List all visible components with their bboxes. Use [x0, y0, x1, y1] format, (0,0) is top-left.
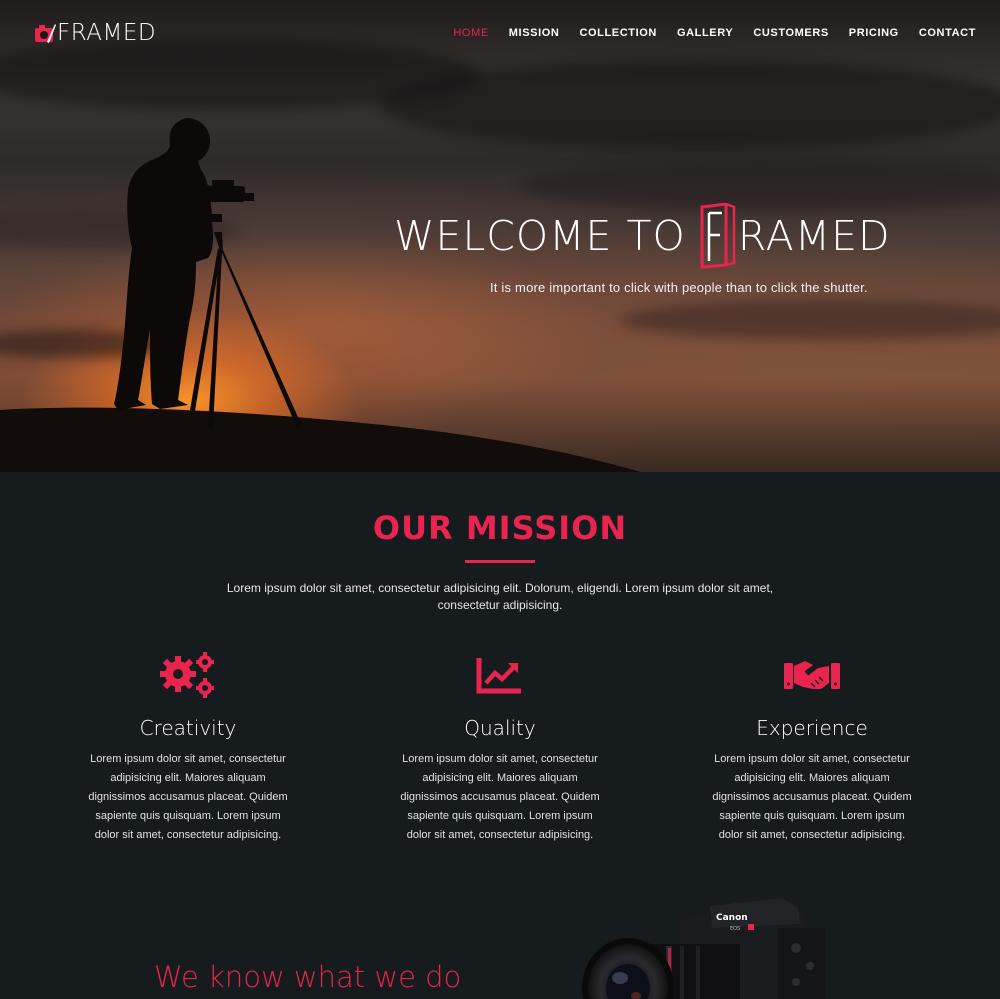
- feature-text: Lorem ipsum dolor sit amet, consectetur …: [712, 753, 912, 841]
- feature-title: Experience: [756, 716, 868, 740]
- gears-icon: [68, 650, 308, 700]
- feature-creativity: Creativity Lorem ipsum dolor sit amet, c…: [68, 650, 308, 845]
- hero-title: WELCOME TO RAMED: [394, 203, 891, 269]
- camera-frame-icon: [35, 24, 56, 43]
- site-logo[interactable]: FRAMED: [34, 20, 156, 46]
- feature-quality: Quality Lorem ipsum dolor sit amet, cons…: [380, 650, 620, 845]
- nav-mission[interactable]: MISSION: [509, 27, 560, 39]
- mission-divider: [465, 560, 535, 563]
- logo-text: FRAMED: [57, 20, 157, 46]
- hero-title-prefix: WELCOME TO: [394, 212, 686, 260]
- handshake-icon: [692, 650, 932, 700]
- feature-experience: Experience Lorem ipsum dolor sit amet, c…: [692, 650, 932, 845]
- mission-title: OUR MISSION: [372, 509, 628, 547]
- nav-customers[interactable]: CUSTOMERS: [753, 27, 828, 39]
- camera-image: Canon EOS: [582, 894, 826, 999]
- door-frame-icon: [700, 203, 736, 269]
- camera-model: EOS: [730, 926, 740, 932]
- about-heading: We know what we do: [154, 960, 462, 994]
- nav-contact[interactable]: CONTACT: [919, 27, 976, 39]
- feature-title: Quality: [464, 716, 536, 740]
- mission-text: Lorem ipsum dolor sit amet, consectetur …: [226, 581, 774, 612]
- nav-pricing[interactable]: PRICING: [849, 27, 899, 39]
- feature-title: Creativity: [139, 716, 237, 740]
- nav-gallery[interactable]: GALLERY: [677, 27, 733, 39]
- chart-line-icon: [380, 650, 620, 700]
- hero-title-brand: RAMED: [737, 212, 891, 260]
- feature-text: Lorem ipsum dolor sit amet, consectetur …: [400, 753, 600, 841]
- feature-text: Lorem ipsum dolor sit amet, consectetur …: [88, 753, 288, 841]
- nav-collection[interactable]: COLLECTION: [579, 27, 657, 39]
- hero-subtitle: It is more important to click with peopl…: [490, 280, 868, 295]
- camera-brand: Canon: [716, 913, 748, 923]
- main-nav: HOME MISSION COLLECTION GALLERY CUSTOMER…: [453, 27, 976, 39]
- nav-home[interactable]: HOME: [453, 27, 488, 39]
